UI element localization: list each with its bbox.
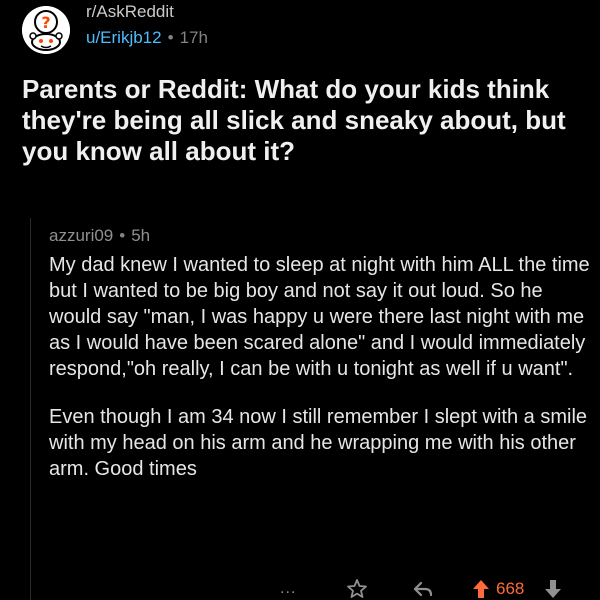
snoo-question-icon: ? (22, 6, 70, 54)
comment-actions: ... 668 (280, 578, 590, 600)
comment-paragraph: My dad knew I wanted to sleep at night w… (49, 254, 590, 380)
comment-body: My dad knew I wanted to sleep at night w… (49, 252, 590, 482)
comment-meta-separator: • (119, 226, 126, 245)
reply-icon[interactable] (412, 578, 434, 600)
comment-age: 5h (131, 226, 151, 245)
post-meta: u/Erikjb12 • 17h (86, 28, 208, 48)
post-author[interactable]: u/Erikjb12 (86, 28, 162, 47)
meta-separator: • (167, 28, 174, 47)
more-options-icon[interactable]: ... (280, 578, 296, 600)
post-header: ? r/AskReddit u/Erikjb12 • 17h (22, 0, 582, 60)
downvote-arrow-icon[interactable] (544, 578, 562, 600)
comment: azzuri09 • 5h My dad knew I wanted to slee… (30, 218, 590, 600)
score-count: 668 (496, 579, 525, 598)
upvote-arrow-icon[interactable] (472, 578, 490, 600)
post-title[interactable]: Parents or Reddit: What do your kids thi… (22, 74, 582, 167)
post-age: 17h (179, 28, 208, 47)
comment-paragraph: Even though I am 34 now I still remember… (49, 406, 588, 480)
subreddit-name[interactable]: r/AskReddit (86, 2, 174, 22)
comment-meta: azzuri09 • 5h (49, 226, 590, 246)
award-icon[interactable] (346, 578, 368, 600)
subreddit-avatar[interactable]: ? (22, 6, 70, 54)
comment-author[interactable]: azzuri09 (49, 226, 113, 245)
avatar-glyph: ? (41, 13, 50, 32)
